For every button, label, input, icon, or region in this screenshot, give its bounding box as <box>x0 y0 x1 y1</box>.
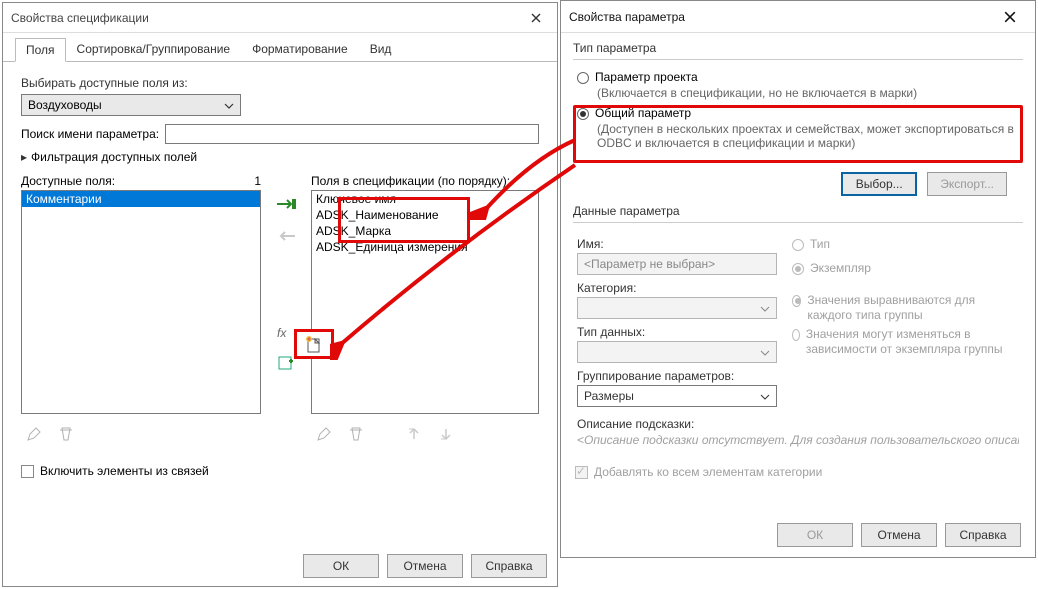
add-to-all-checkbox: Добавлять ко всем элементам категории <box>575 465 1035 479</box>
category-field <box>577 297 777 319</box>
available-fields-label: Доступные поля: <box>21 174 115 188</box>
category-label: Категория: <box>577 281 782 295</box>
spec-fields-label: Поля в спецификации (по порядку): <box>311 174 510 188</box>
tabs: Поля Сортировка/Группирование Форматиров… <box>3 33 557 62</box>
include-links-checkbox[interactable]: Включить элементы из связей <box>21 464 261 478</box>
tab-body: Выбирать доступные поля из: Воздуховоды … <box>3 62 557 488</box>
radio-icon <box>792 239 804 251</box>
category-select-value: Воздуховоды <box>28 98 102 112</box>
pick-from-label: Выбирать доступные поля из: <box>21 76 539 90</box>
dialog-footer: ОК Отмена Справка <box>777 523 1021 547</box>
cancel-button[interactable]: Отмена <box>861 523 937 547</box>
parameter-properties-dialog: Свойства параметра Тип параметра Парамет… <box>560 0 1036 558</box>
include-links-label: Включить элементы из связей <box>40 464 209 478</box>
grouping-field[interactable]: Размеры <box>577 385 777 407</box>
vary-by-instance-radio: Значения могут изменяться в зависимости … <box>792 327 1019 357</box>
type-radio: Тип <box>792 237 1019 251</box>
edit-icon <box>21 422 47 446</box>
checkbox-icon <box>575 466 588 479</box>
radio-icon <box>792 329 800 341</box>
project-parameter-radio[interactable]: Параметр проекта <box>577 70 1019 84</box>
list-item[interactable]: ADSK_Единица измерения <box>312 239 538 255</box>
search-label: Поиск имени параметра: <box>21 127 159 141</box>
annotation-frame <box>573 105 1023 163</box>
delete-icon <box>343 422 369 446</box>
name-label: Имя: <box>577 237 782 251</box>
titlebar: Свойства параметра <box>561 1 1035 33</box>
datatype-field <box>577 341 777 363</box>
tab-formatting[interactable]: Форматирование <box>241 37 359 61</box>
move-up-icon <box>401 422 427 446</box>
add-to-all-label: Добавлять ко всем элементам категории <box>594 465 822 479</box>
grouping-label: Группирование параметров: <box>577 369 782 383</box>
group-label: Тип параметра <box>573 41 1023 55</box>
chevron-down-icon <box>760 345 770 359</box>
svg-text:fx: fx <box>277 326 287 340</box>
group-label: Данные параметра <box>573 204 1023 218</box>
tab-view[interactable]: Вид <box>359 37 403 61</box>
spec-fields-list[interactable]: Ключевое имя ADSK_Наименование ADSK_Марк… <box>311 190 539 414</box>
tab-sorting[interactable]: Сортировка/Группирование <box>66 37 242 61</box>
search-row: Поиск имени параметра: <box>21 124 539 144</box>
list-item[interactable]: ADSK_Марка <box>312 223 538 239</box>
help-button[interactable]: Справка <box>945 523 1021 547</box>
chevron-down-icon <box>760 389 770 403</box>
list-item[interactable]: Комментарии <box>22 191 260 207</box>
close-icon[interactable] <box>523 7 549 29</box>
chevron-down-icon <box>760 301 770 315</box>
delete-icon <box>53 422 79 446</box>
tooltip-label: Описание подсказки: <box>577 417 1019 431</box>
schedule-properties-dialog: Свойства спецификации Поля Сортировка/Гр… <box>2 2 558 587</box>
available-fields-count: 1 <box>254 174 261 188</box>
radio-icon <box>577 72 589 84</box>
close-icon[interactable] <box>993 5 1027 29</box>
radio-label: Тип <box>810 237 830 251</box>
radio-icon <box>792 263 804 275</box>
tab-fields[interactable]: Поля <box>15 38 66 62</box>
select-button[interactable]: Выбор... <box>841 172 917 196</box>
ok-button: ОК <box>777 523 853 547</box>
radio-label: Значения могут изменяться в зависимости … <box>806 327 1019 357</box>
edit-icon <box>311 422 337 446</box>
new-parameter-button[interactable] <box>294 329 334 359</box>
tooltip-text: <Описание подсказки отсутствует. Для соз… <box>577 433 1019 447</box>
remove-field-icon[interactable] <box>273 224 299 248</box>
titlebar: Свойства спецификации <box>3 3 557 33</box>
align-by-type-radio: Значения выравниваются для каждого типа … <box>792 293 1019 323</box>
help-button[interactable]: Справка <box>471 554 547 578</box>
ok-button[interactable]: ОК <box>303 554 379 578</box>
move-down-icon <box>433 422 459 446</box>
expand-icon: ▸ <box>21 150 27 164</box>
add-field-icon[interactable] <box>273 192 299 216</box>
category-select[interactable]: Воздуховоды <box>21 94 241 116</box>
checkbox-icon <box>21 465 34 478</box>
list-item[interactable]: Ключевое имя <box>312 191 538 207</box>
dialog-footer: ОК Отмена Справка <box>303 554 547 578</box>
filter-label: Фильтрация доступных полей <box>31 150 197 164</box>
chevron-down-icon <box>224 98 234 112</box>
project-param-hint: (Включается в спецификации, но не включа… <box>597 86 1019 100</box>
instance-radio: Экземпляр <box>792 261 1019 275</box>
cancel-button[interactable]: Отмена <box>387 554 463 578</box>
list-item[interactable]: ADSK_Наименование <box>312 207 538 223</box>
radio-label: Значения выравниваются для каждого типа … <box>807 293 1019 323</box>
radio-label: Экземпляр <box>810 261 871 275</box>
datatype-label: Тип данных: <box>577 325 782 339</box>
radio-icon <box>792 295 801 307</box>
dialog-title: Свойства параметра <box>569 10 993 24</box>
name-field: <Параметр не выбран> <box>577 253 777 275</box>
export-button: Экспорт... <box>927 172 1007 196</box>
search-input[interactable] <box>165 124 539 144</box>
filter-row[interactable]: ▸ Фильтрация доступных полей <box>21 150 539 164</box>
dialog-title: Свойства спецификации <box>11 11 523 25</box>
radio-label: Параметр проекта <box>595 70 698 84</box>
available-fields-list[interactable]: Комментарии <box>21 190 261 414</box>
